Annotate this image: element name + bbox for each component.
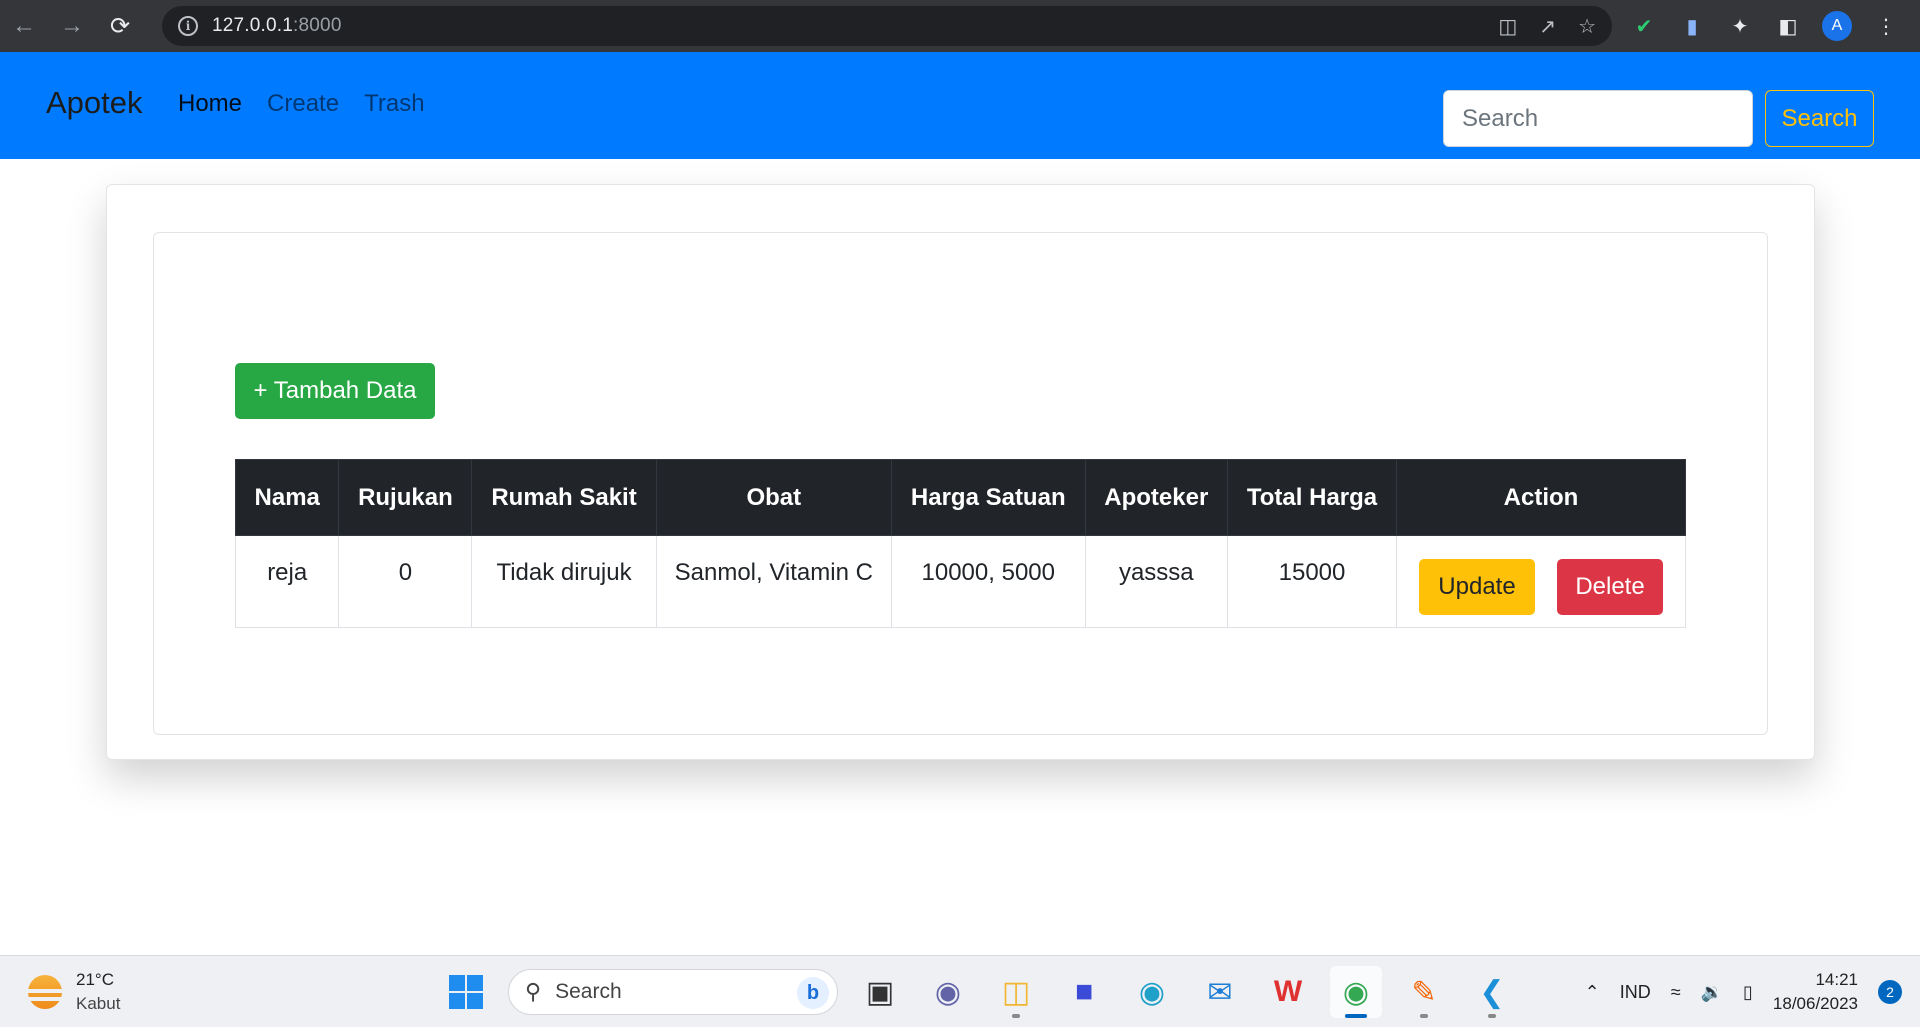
browser-menu-icon[interactable]: ⋮ [1872, 12, 1900, 40]
search-button[interactable]: Search [1765, 90, 1874, 147]
url-port: :8000 [293, 15, 342, 36]
clock-time: 14:21 [1815, 970, 1858, 989]
bing-icon[interactable]: b [797, 977, 829, 1009]
cell-rujukan: 0 [338, 535, 473, 628]
back-arrow-icon[interactable]: ← [0, 0, 48, 52]
table-header-row: Nama Rujukan Rumah Sakit Obat Harga Satu… [234, 459, 1686, 536]
battery-icon[interactable]: ▯ [1743, 982, 1753, 1003]
profile-avatar[interactable]: A [1822, 11, 1852, 41]
address-bar[interactable]: i 127.0.0.1:8000 ◫ ↗ ☆ [162, 6, 1612, 46]
header-rujukan: Rujukan [338, 459, 473, 536]
header-apoteker: Apoteker [1084, 459, 1229, 536]
header-action: Action [1396, 459, 1686, 536]
app-editor-icon[interactable]: ■ [1058, 966, 1110, 1018]
header-obat: Obat [655, 459, 892, 536]
weather-widget[interactable]: 21°C Kabut [24, 968, 121, 1016]
content-card: + Tambah Data Nama Rujukan Rumah Sakit O… [106, 184, 1815, 760]
drawing-app-icon[interactable]: ✎ [1398, 966, 1450, 1018]
translate-icon[interactable]: ◫ [1498, 14, 1517, 39]
teams-chat-icon[interactable]: ◉ [922, 966, 974, 1018]
file-explorer-icon[interactable]: ◫ [990, 966, 1042, 1018]
brand-logo[interactable]: Apotek [46, 85, 143, 121]
taskbar-apps: ⚲ Search b ▣ ◉ ◫ ■ ◉ ✉ W ◉ ✎ ❮ [440, 966, 1518, 1018]
header-total-harga: Total Harga [1227, 459, 1397, 536]
taskbar-search[interactable]: ⚲ Search b [508, 969, 838, 1015]
nav-link-trash[interactable]: Trash [364, 90, 424, 118]
system-tray: ⌃ IND ≈ 🔉 ▯ 14:21 18/06/2023 2 [1585, 956, 1920, 1028]
cell-rumah-sakit: Tidak dirujuk [471, 535, 657, 628]
extension-shield-icon[interactable]: ✔ [1630, 12, 1658, 40]
search-icon: ⚲ [525, 979, 542, 1004]
forward-arrow-icon[interactable]: → [48, 0, 96, 52]
table-row: reja 0 Tidak dirujuk Sanmol, Vitamin C 1… [234, 535, 1686, 628]
start-button[interactable] [440, 966, 492, 1018]
weather-fog-icon [24, 975, 66, 1009]
table-card: + Tambah Data Nama Rujukan Rumah Sakit O… [153, 232, 1768, 735]
chrome-icon[interactable]: ◉ [1330, 966, 1382, 1018]
nav-link-home[interactable]: Home [178, 90, 242, 118]
mail-icon[interactable]: ✉ [1194, 966, 1246, 1018]
weather-temp: 21°C [76, 970, 114, 989]
taskbar: 21°C Kabut ⚲ Search b ▣ ◉ ◫ ■ ◉ ✉ W ◉ ✎ … [0, 955, 1920, 1027]
app-navbar: Apotek Home Create Trash Search [0, 52, 1920, 159]
reload-icon[interactable]: ⟳ [96, 0, 144, 52]
update-button[interactable]: Update [1419, 558, 1535, 615]
chevron-up-icon[interactable]: ⌃ [1585, 982, 1600, 1003]
vscode-icon[interactable]: ❮ [1466, 966, 1518, 1018]
wps-office-icon[interactable]: W [1262, 966, 1314, 1018]
nav-links: Home Create Trash [178, 90, 425, 118]
clock[interactable]: 14:21 18/06/2023 [1773, 968, 1858, 1016]
volume-icon[interactable]: 🔉 [1701, 982, 1723, 1003]
cell-harga-satuan: 10000, 5000 [890, 535, 1086, 628]
header-harga-satuan: Harga Satuan [890, 459, 1086, 536]
cell-total-harga: 15000 [1227, 535, 1397, 628]
weather-desc: Kabut [76, 994, 121, 1013]
browser-toolbar: ← → ⟳ i 127.0.0.1:8000 ◫ ↗ ☆ ✔ ▮ ✦ ◧ A ⋮ [0, 0, 1920, 52]
language-indicator[interactable]: IND [1620, 982, 1651, 1003]
header-rumah-sakit: Rumah Sakit [471, 459, 657, 536]
data-table: Nama Rujukan Rumah Sakit Obat Harga Satu… [234, 459, 1686, 628]
search-input[interactable] [1443, 90, 1753, 147]
cell-apoteker: yasssa [1084, 535, 1229, 628]
notification-badge[interactable]: 2 [1878, 980, 1902, 1004]
wifi-icon[interactable]: ≈ [1671, 982, 1681, 1003]
share-icon[interactable]: ↗ [1539, 14, 1556, 39]
extension-document-icon[interactable]: ▮ [1678, 12, 1706, 40]
edge-browser-icon[interactable]: ◉ [1126, 966, 1178, 1018]
address-url[interactable]: 127.0.0.1:8000 [212, 15, 342, 37]
extensions-puzzle-icon[interactable]: ✦ [1726, 12, 1754, 40]
site-info-icon[interactable]: i [178, 16, 198, 36]
windows-logo-icon [449, 975, 483, 1009]
cell-nama: reja [234, 535, 340, 628]
cell-obat: Sanmol, Vitamin C [655, 535, 892, 628]
nav-link-create[interactable]: Create [267, 90, 339, 118]
add-data-button[interactable]: + Tambah Data [235, 363, 435, 419]
taskbar-search-label: Search [555, 980, 622, 1003]
side-panel-icon[interactable]: ◧ [1774, 12, 1802, 40]
delete-button[interactable]: Delete [1557, 558, 1663, 615]
task-view-icon[interactable]: ▣ [854, 966, 906, 1018]
cell-action: Update Delete [1396, 535, 1686, 628]
bookmark-star-icon[interactable]: ☆ [1578, 14, 1596, 39]
header-nama: Nama [234, 459, 340, 536]
clock-date: 18/06/2023 [1772, 994, 1858, 1013]
url-host: 127.0.0.1 [212, 15, 294, 36]
